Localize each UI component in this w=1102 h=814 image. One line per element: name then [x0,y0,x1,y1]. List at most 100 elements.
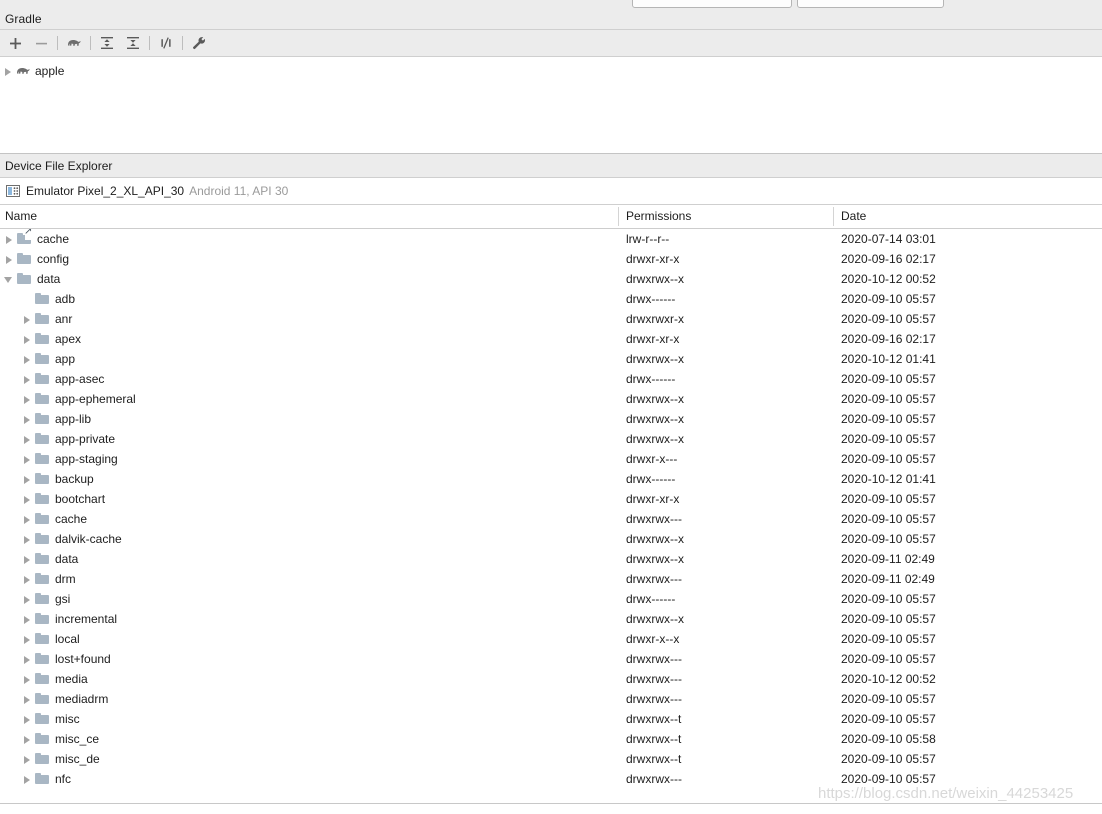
table-row[interactable]: data drwxrwx--x 2020-10-12 00:52 [0,269,1102,289]
table-row[interactable]: drm drwxrwx--- 2020-09-11 02:49 [0,569,1102,589]
chevron-right-icon[interactable] [21,594,32,605]
chevron-right-icon[interactable] [21,634,32,645]
file-name-cell[interactable]: cache [0,229,69,249]
table-row[interactable]: app-staging drwxr-x--- 2020-09-10 05:57 [0,449,1102,469]
table-row[interactable]: nfc drwxrwx--- 2020-09-10 05:57 [0,769,1102,789]
chevron-right-icon[interactable] [21,694,32,705]
file-name-cell[interactable]: apex [0,329,81,349]
file-name-cell[interactable]: dalvik-cache [0,529,122,549]
chevron-right-icon[interactable] [21,574,32,585]
cutoff-field-right[interactable] [797,0,944,8]
file-name-cell[interactable]: anr [0,309,72,329]
file-name-cell[interactable]: bootchart [0,489,105,509]
gradle-tree-node[interactable]: apple [0,61,1102,81]
table-row[interactable]: cache drwxrwx--- 2020-09-10 05:57 [0,509,1102,529]
table-row[interactable]: dalvik-cache drwxrwx--x 2020-09-10 05:57 [0,529,1102,549]
chevron-right-icon[interactable] [21,374,32,385]
add-button[interactable] [5,33,25,53]
file-name-cell[interactable]: backup [0,469,94,489]
chevron-right-icon[interactable] [21,314,32,325]
table-row[interactable]: misc_ce drwxrwx--t 2020-09-10 05:58 [0,729,1102,749]
chevron-right-icon[interactable] [21,494,32,505]
chevron-right-icon[interactable] [21,614,32,625]
column-header-date[interactable]: Date [841,205,866,228]
device-selector[interactable]: Emulator Pixel_2_XL_API_30 Android 11, A… [0,178,1102,205]
file-name-cell[interactable]: app [0,349,75,369]
table-row[interactable]: cache lrw-r--r-- 2020-07-14 03:01 [0,229,1102,249]
file-name-cell[interactable]: nfc [0,769,71,789]
table-row[interactable]: app-lib drwxrwx--x 2020-09-10 05:57 [0,409,1102,429]
file-name-cell[interactable]: app-ephemeral [0,389,136,409]
table-row[interactable]: mediadrm drwxrwx--- 2020-09-10 05:57 [0,689,1102,709]
table-row[interactable]: adb drwx------ 2020-09-10 05:57 [0,289,1102,309]
table-row[interactable]: app-ephemeral drwxrwx--x 2020-09-10 05:57 [0,389,1102,409]
table-row[interactable]: misc_de drwxrwx--t 2020-09-10 05:57 [0,749,1102,769]
file-name-cell[interactable]: gsi [0,589,70,609]
file-name-cell[interactable]: app-staging [0,449,118,469]
file-name-cell[interactable]: incremental [0,609,117,629]
expand-all-button[interactable] [97,33,117,53]
column-divider-name[interactable] [618,207,619,226]
file-name-cell[interactable]: misc_ce [0,729,99,749]
refresh-gradle-button[interactable] [64,33,84,53]
table-row[interactable]: incremental drwxrwx--x 2020-09-10 05:57 [0,609,1102,629]
chevron-right-icon[interactable] [21,754,32,765]
chevron-right-icon[interactable] [21,774,32,785]
file-table-body[interactable]: cache lrw-r--r-- 2020-07-14 03:01 config drw… [0,229,1102,793]
remove-button[interactable] [31,33,51,53]
table-row[interactable]: anr drwxrwxr-x 2020-09-10 05:57 [0,309,1102,329]
file-name-cell[interactable]: app-private [0,429,115,449]
chevron-right-icon[interactable] [21,414,32,425]
chevron-right-icon[interactable] [21,354,32,365]
table-row[interactable]: gsi drwx------ 2020-09-10 05:57 [0,589,1102,609]
settings-button[interactable] [189,33,209,53]
chevron-down-icon[interactable] [3,274,14,285]
file-name-cell[interactable]: app-lib [0,409,91,429]
column-divider-permissions[interactable] [833,207,834,226]
chevron-right-icon[interactable] [21,714,32,725]
file-name-cell[interactable]: local [0,629,80,649]
table-row[interactable]: backup drwx------ 2020-10-12 01:41 [0,469,1102,489]
chevron-right-icon[interactable] [21,474,32,485]
collapse-all-button[interactable] [123,33,143,53]
table-row[interactable]: app-asec drwx------ 2020-09-10 05:57 [0,369,1102,389]
chevron-right-icon[interactable] [21,534,32,545]
table-row[interactable]: data drwxrwx--x 2020-09-11 02:49 [0,549,1102,569]
file-name-cell[interactable]: adb [0,289,75,309]
column-header-permissions[interactable]: Permissions [626,205,691,228]
table-row[interactable]: app-private drwxrwx--x 2020-09-10 05:57 [0,429,1102,449]
gradle-project-tree[interactable]: apple [0,57,1102,81]
file-name-cell[interactable]: config [0,249,69,269]
file-name-cell[interactable]: misc_de [0,749,100,769]
chevron-right-icon[interactable] [2,66,13,77]
file-name-cell[interactable]: lost+found [0,649,111,669]
file-name-cell[interactable]: data [0,549,78,569]
chevron-right-icon[interactable] [21,454,32,465]
file-name-cell[interactable]: drm [0,569,76,589]
column-header-name[interactable]: Name [5,205,37,228]
chevron-right-icon[interactable] [21,334,32,345]
chevron-right-icon[interactable] [3,234,14,245]
chevron-right-icon[interactable] [21,514,32,525]
table-row[interactable]: misc drwxrwx--t 2020-09-10 05:57 [0,709,1102,729]
table-row[interactable]: lost+found drwxrwx--- 2020-09-10 05:57 [0,649,1102,669]
table-row[interactable]: apex drwxr-xr-x 2020-09-16 02:17 [0,329,1102,349]
file-name-cell[interactable]: cache [0,509,87,529]
table-row[interactable]: media drwxrwx--- 2020-10-12 00:52 [0,669,1102,689]
chevron-right-icon[interactable] [21,554,32,565]
file-name-cell[interactable]: media [0,669,88,689]
chevron-right-icon[interactable] [21,734,32,745]
toggle-offline-button[interactable] [156,33,176,53]
chevron-right-icon[interactable] [21,434,32,445]
file-name-cell[interactable]: mediadrm [0,689,108,709]
chevron-right-icon[interactable] [21,654,32,665]
table-row[interactable]: local drwxr-x--x 2020-09-10 05:57 [0,629,1102,649]
table-row[interactable]: bootchart drwxr-xr-x 2020-09-10 05:57 [0,489,1102,509]
table-row[interactable]: app drwxrwx--x 2020-10-12 01:41 [0,349,1102,369]
cutoff-field-left[interactable] [632,0,792,8]
file-name-cell[interactable]: app-asec [0,369,104,389]
chevron-right-icon[interactable] [21,674,32,685]
chevron-right-icon[interactable] [21,394,32,405]
file-name-cell[interactable]: data [0,269,60,289]
table-row[interactable]: config drwxr-xr-x 2020-09-16 02:17 [0,249,1102,269]
